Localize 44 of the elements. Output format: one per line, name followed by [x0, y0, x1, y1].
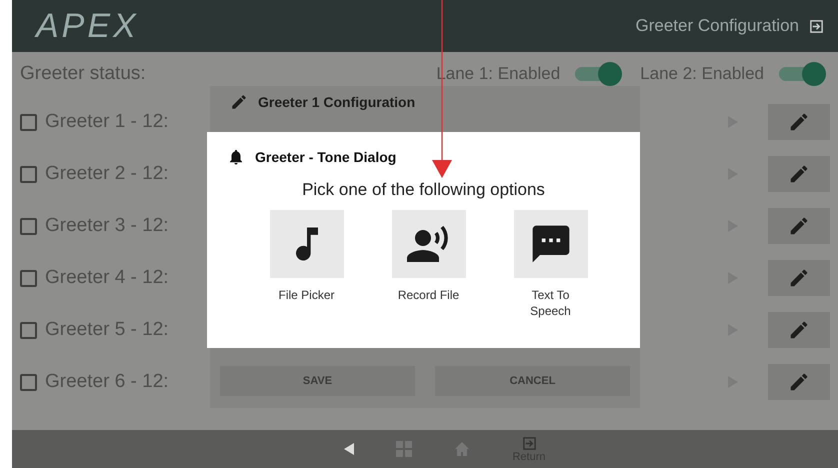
bell-icon — [227, 148, 245, 166]
edit-button[interactable] — [768, 364, 830, 400]
return-icon — [522, 436, 536, 450]
dialog-button[interactable]: SAVE — [220, 366, 415, 396]
dialog-title: Greeter 1 Configuration — [258, 94, 416, 110]
option-label: Text To Speech — [529, 288, 572, 320]
logo: APEX — [36, 6, 139, 46]
greeter-label: Greeter 5 - 12: — [45, 319, 169, 341]
greeter-label: Greeter 6 - 12: — [45, 371, 169, 393]
option-label: Record File — [398, 288, 460, 304]
edit-button[interactable] — [768, 312, 830, 348]
pencil-icon — [230, 93, 248, 111]
pencil-icon — [788, 267, 810, 289]
back-icon[interactable] — [344, 443, 354, 455]
edit-button[interactable] — [768, 260, 830, 296]
greeter-checkbox[interactable] — [20, 322, 37, 338]
edit-button[interactable] — [768, 104, 830, 140]
screen-title: Greeter Configuration — [636, 16, 799, 36]
dialog-title: Greeter - Tone Dialog — [255, 149, 396, 165]
greeter-label: Greeter 2 - 12: — [45, 163, 169, 185]
pencil-icon — [788, 371, 810, 393]
exit-icon[interactable] — [809, 18, 824, 34]
greeter-label: Greeter 4 - 12: — [45, 267, 169, 289]
pencil-icon — [788, 163, 810, 185]
status-label: Greeter status: — [20, 63, 146, 85]
lane-label: Lane 2: Enabled — [640, 64, 764, 84]
edit-button[interactable] — [768, 208, 830, 244]
pencil-icon — [788, 215, 810, 237]
option-label: File Picker — [278, 288, 334, 304]
pencil-icon — [788, 319, 810, 341]
greeter-label: Greeter 1 - 12: — [45, 111, 169, 133]
option-button[interactable] — [392, 210, 466, 278]
greeter-checkbox[interactable] — [20, 114, 37, 130]
dialog-button[interactable]: CANCEL — [435, 366, 630, 396]
option-button[interactable] — [270, 210, 344, 278]
greeter-checkbox[interactable] — [20, 218, 37, 234]
pencil-icon — [788, 111, 810, 133]
greeter-label: Greeter 3 - 12: — [45, 215, 169, 237]
dialog-prompt: Pick one of the following options — [301, 180, 546, 200]
greeter-checkbox[interactable] — [20, 166, 37, 182]
edit-button[interactable] — [768, 156, 830, 192]
option-button[interactable] — [514, 210, 588, 278]
greeter-checkbox[interactable] — [20, 374, 37, 390]
greeter-checkbox[interactable] — [20, 270, 37, 286]
